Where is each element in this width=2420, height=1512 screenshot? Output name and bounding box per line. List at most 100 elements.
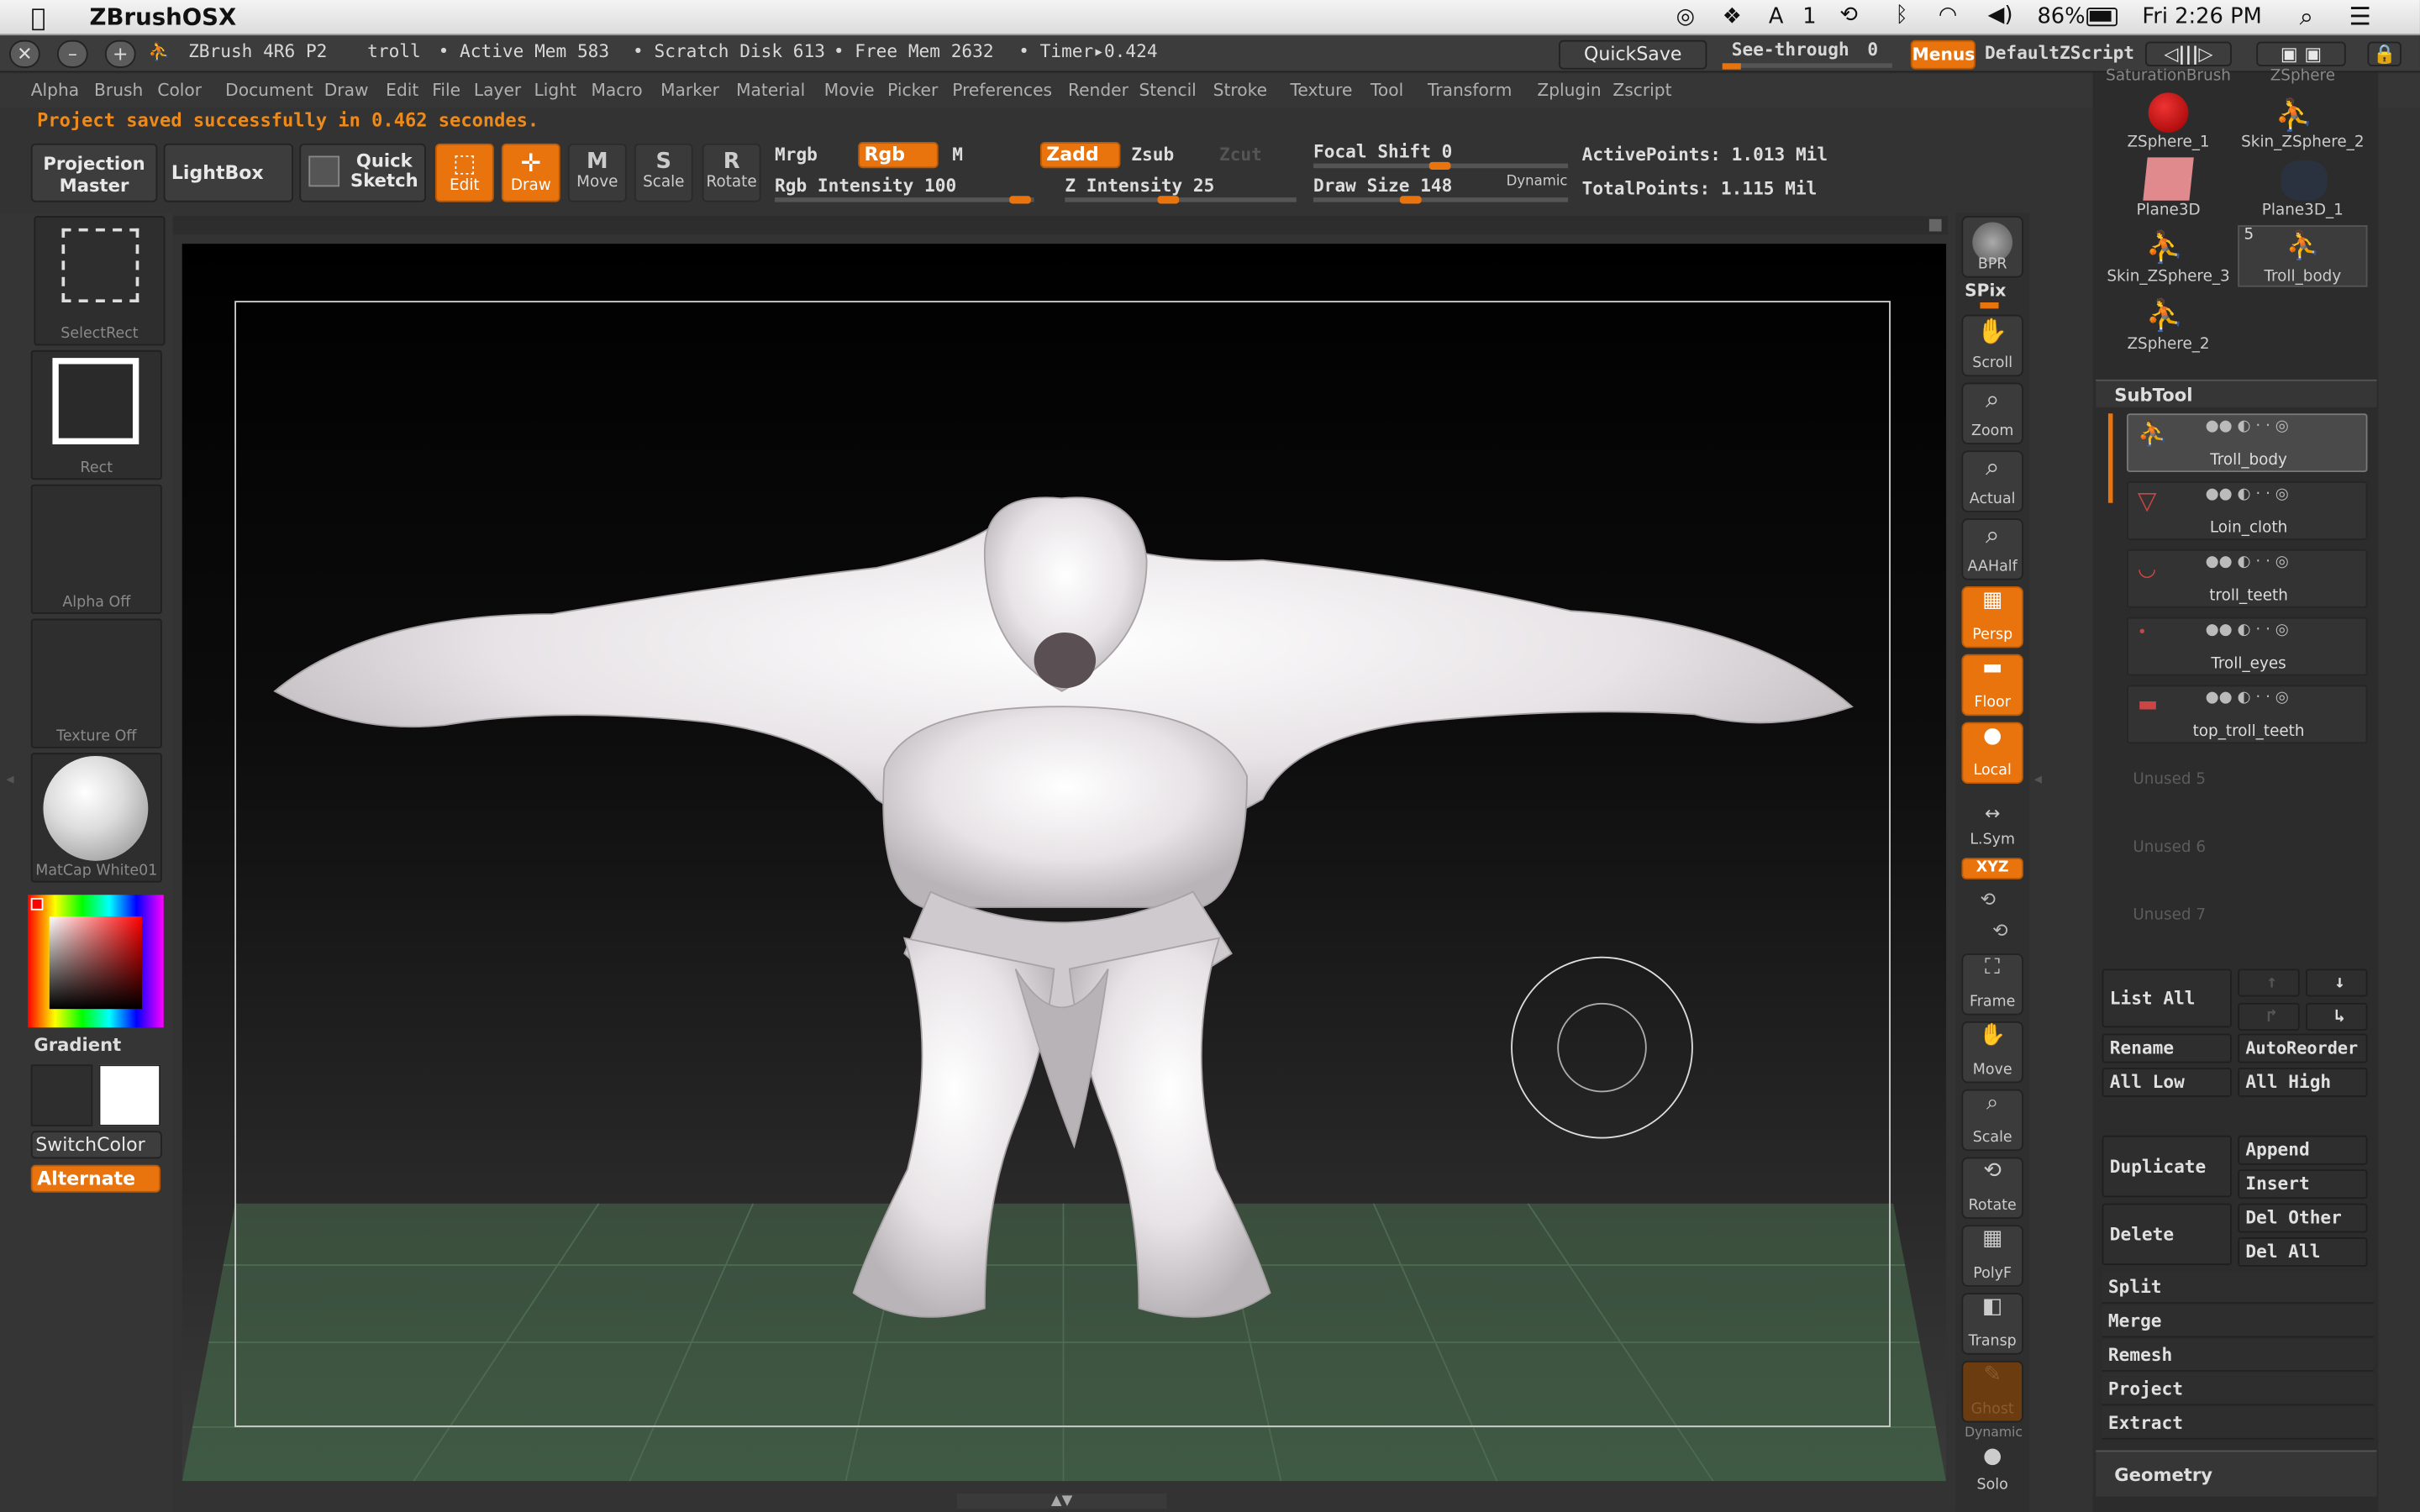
spotlight-icon[interactable]: ⌕ xyxy=(2300,2,2313,33)
z-intensity-label[interactable]: Z Intensity 25 xyxy=(1065,175,1214,197)
move-button[interactable]: M Move xyxy=(567,143,627,202)
zsphere-1-label[interactable]: ZSphere_1 xyxy=(2103,134,2233,151)
zsub-toggle[interactable]: Zsub xyxy=(1131,144,1174,165)
solo-button[interactable]: ● Solo xyxy=(1961,1435,2023,1496)
left-dock-arrow-icon[interactable]: ◂ xyxy=(6,771,15,808)
zadd-toggle[interactable]: Zadd xyxy=(1039,141,1121,169)
actual-button[interactable]: ⌕ Actual xyxy=(1961,450,2023,512)
color-picker[interactable] xyxy=(28,895,164,1028)
delete-button[interactable]: Delete xyxy=(2102,1203,2232,1266)
view-rotate-button[interactable]: ⟲ Rotate xyxy=(1961,1157,2023,1219)
menu-light[interactable]: Light xyxy=(534,81,576,101)
xyz-button[interactable]: XYZ xyxy=(1961,858,2023,879)
menu-tool[interactable]: Tool xyxy=(1370,81,1403,101)
autoreorder-button[interactable]: AutoReorder xyxy=(2238,1033,2368,1063)
plane3d-label[interactable]: Plane3D xyxy=(2103,202,2233,219)
unused-slot-5[interactable]: Unused 5 xyxy=(2133,771,2206,788)
menu-file[interactable]: File xyxy=(432,81,460,101)
right-dock-arrow-icon[interactable]: ◂ xyxy=(2034,771,2044,808)
gradient-label[interactable]: Gradient xyxy=(34,1034,121,1056)
wifi-icon[interactable]: ◠ xyxy=(1939,3,1957,28)
lightbox-button[interactable]: LightBox xyxy=(163,143,293,202)
menu-draw[interactable]: Draw xyxy=(324,81,369,101)
zoom-button[interactable]: ⌕ Zoom xyxy=(1961,382,2023,444)
see-through-slider[interactable] xyxy=(1722,63,1892,70)
subtool-toggles-icon[interactable]: ●● ◐ · · ◎ xyxy=(2206,554,2289,570)
alpha-slot[interactable]: Alpha Off xyxy=(30,484,162,615)
rgb-toggle[interactable]: Rgb xyxy=(858,141,939,169)
troll-model[interactable] xyxy=(182,244,1946,1481)
unused-slot-7[interactable]: Unused 7 xyxy=(2133,907,2206,924)
subtool-troll-teeth[interactable]: ◡ ●● ◐ · · ◎ troll_teeth xyxy=(2126,549,2368,608)
subtool-header[interactable]: SubTool xyxy=(2096,379,2377,407)
subtool-scrollbar[interactable] xyxy=(2107,413,2113,503)
menu-document[interactable]: Document xyxy=(225,81,313,101)
minimize-icon[interactable]: – xyxy=(56,39,88,68)
project-subpalette[interactable]: Project xyxy=(2102,1373,2374,1406)
rect-stroke[interactable]: Rect xyxy=(30,349,162,480)
menu-texture[interactable]: Texture xyxy=(1290,81,1352,101)
clock[interactable]: Fri 2:26 PM xyxy=(2142,5,2261,29)
move-up-icon[interactable]: ↑ xyxy=(2238,969,2300,997)
scroll-button[interactable]: ✋ Scroll xyxy=(1961,314,2023,377)
saturationbrush-label[interactable]: SaturationBrush xyxy=(2103,68,2233,85)
menu-alpha[interactable]: Alpha xyxy=(31,81,79,101)
move-up-folder-icon[interactable]: ↱ xyxy=(2238,1002,2300,1031)
mrgb-toggle[interactable]: Mrgb xyxy=(775,144,818,165)
view-scale-button[interactable]: ⌕ Scale xyxy=(1961,1089,2023,1152)
menu-transform[interactable]: Transform xyxy=(1428,81,1512,101)
adobe-icon[interactable]: A xyxy=(1769,5,1784,29)
quicksave-button[interactable]: QuickSave xyxy=(1559,39,1707,70)
draw-size-label[interactable]: Draw Size 148 xyxy=(1313,175,1452,197)
skin-zsphere-2-label[interactable]: Skin_ZSphere_2 xyxy=(2238,134,2367,151)
alternate-button[interactable]: Alternate xyxy=(30,1164,161,1193)
all-low-button[interactable]: All Low xyxy=(2102,1067,2232,1097)
merge-subpalette[interactable]: Merge xyxy=(2102,1305,2374,1338)
edit-button[interactable]: ⬚ Edit xyxy=(434,143,494,202)
subtool-toggles-icon[interactable]: ●● ◐ · · ◎ xyxy=(2206,690,2289,706)
lock-icon[interactable]: 🔒 xyxy=(2367,41,2402,66)
dynamic-toggle[interactable]: Dynamic xyxy=(1507,175,1568,190)
menu-stencil[interactable]: Stencil xyxy=(1139,81,1196,101)
see-through-label[interactable]: See-through xyxy=(1732,39,1849,60)
secondary-color-swatch[interactable] xyxy=(30,1064,93,1126)
spix-label[interactable]: SPix xyxy=(1965,281,2006,301)
subtool-troll-eyes[interactable]: • ●● ◐ · · ◎ Troll_eyes xyxy=(2126,617,2368,676)
zsphere-thumbnail-icon[interactable] xyxy=(2148,92,2189,133)
menu-picker[interactable]: Picker xyxy=(887,81,938,101)
persp-button[interactable]: ▦ Persp xyxy=(1961,585,2023,648)
menu-layer[interactable]: Layer xyxy=(474,81,521,101)
rgb-intensity-slider[interactable] xyxy=(775,196,1034,204)
spix-slider[interactable] xyxy=(1980,302,1999,309)
bottom-tray-handle[interactable]: ▲▼ xyxy=(956,1493,1167,1509)
menu-marker[interactable]: Marker xyxy=(660,81,719,101)
primary-color-swatch[interactable] xyxy=(98,1064,161,1126)
move-down-folder-icon[interactable]: ↳ xyxy=(2306,1002,2368,1031)
menu-zplugin[interactable]: Zplugin xyxy=(1537,81,1601,101)
subtool-toggles-icon[interactable]: ●● ◐ · · ◎ xyxy=(2206,486,2289,503)
tray-scroll-left-icon[interactable]: ◁|||▷ xyxy=(2145,41,2232,66)
floor-button[interactable]: ▬ Floor xyxy=(1961,654,2023,717)
maximize-icon[interactable]: + xyxy=(104,39,136,68)
subtool-toggles-icon[interactable]: ●● ◐ · · ◎ xyxy=(2206,418,2289,435)
list-all-button[interactable]: List All xyxy=(2102,969,2232,1028)
zsphere-2-label[interactable]: ZSphere_2 xyxy=(2103,336,2233,353)
plane3d-1-label[interactable]: Plane3D_1 xyxy=(2238,202,2367,219)
plane3d-icon[interactable] xyxy=(2143,157,2194,201)
menu-zscript[interactable]: Zscript xyxy=(1612,81,1671,101)
geometry-header[interactable]: Geometry xyxy=(2096,1450,2377,1497)
z-intensity-slider[interactable] xyxy=(1065,196,1297,204)
menu-preferences[interactable]: Preferences xyxy=(952,81,1052,101)
split-subpalette[interactable]: Split xyxy=(2102,1271,2374,1305)
zsphere-label[interactable]: ZSphere xyxy=(2238,68,2367,85)
subtool-troll-body[interactable]: ⛹ ●● ◐ · · ◎ Troll_body xyxy=(2126,413,2368,473)
move-down-icon[interactable]: ↓ xyxy=(2306,969,2368,997)
ghost-button[interactable]: ✎ Ghost xyxy=(1961,1360,2023,1423)
draw-size-slider[interactable] xyxy=(1313,196,1569,204)
remesh-subpalette[interactable]: Remesh xyxy=(2102,1339,2374,1372)
main-color-swatch[interactable] xyxy=(30,897,44,911)
view-move-button[interactable]: ✋ Move xyxy=(1961,1021,2023,1084)
skin-zsphere-3-icon[interactable]: ⛹ xyxy=(2145,228,2184,265)
menu-color[interactable]: Color xyxy=(157,81,202,101)
del-other-button[interactable]: Del Other xyxy=(2238,1203,2368,1233)
